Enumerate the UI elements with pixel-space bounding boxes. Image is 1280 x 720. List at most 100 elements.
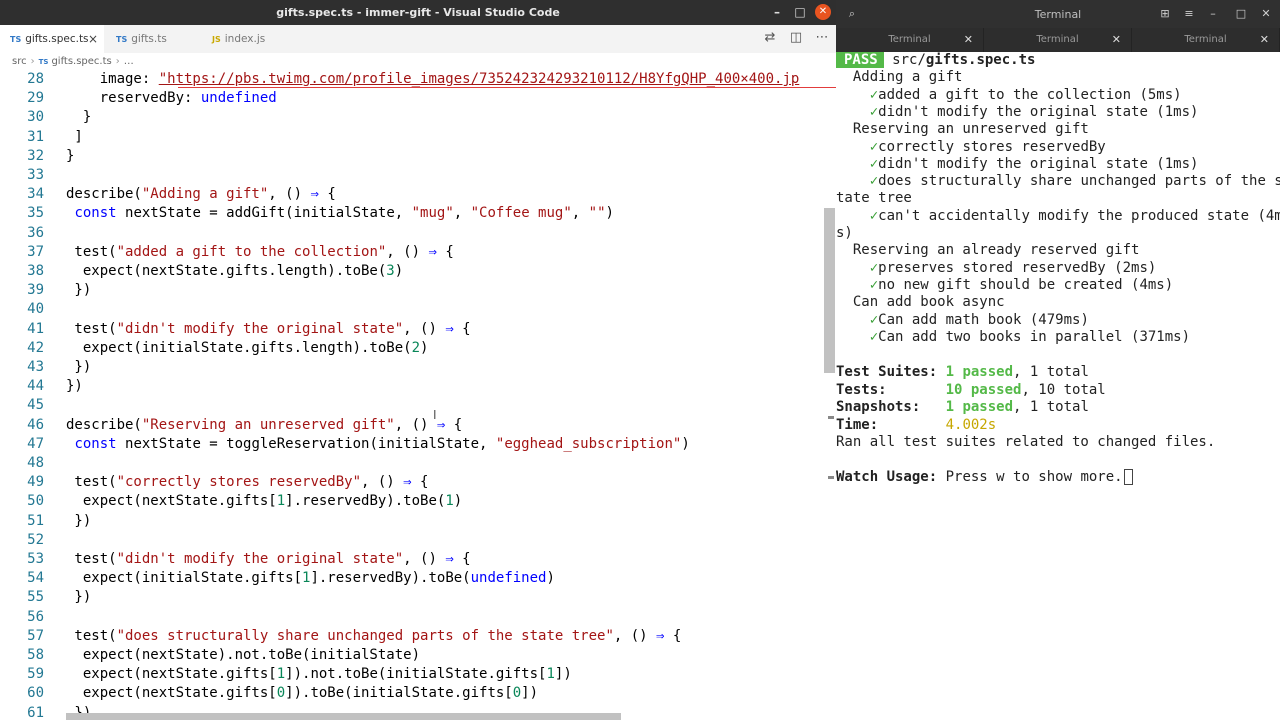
code-line[interactable]: 59 expect(nextState.gifts[1]).not.toBe(i… — [0, 665, 836, 684]
close-tab-icon[interactable]: ✕ — [1112, 28, 1121, 52]
code-line[interactable]: 47 const nextState = toggleReservation(i… — [0, 435, 836, 454]
code-line[interactable]: 42 expect(initialState.gifts.length).toB… — [0, 339, 836, 358]
code-line[interactable]: 50 expect(nextState.gifts[1].reservedBy)… — [0, 492, 836, 511]
checkmark-icon: ✓ — [869, 103, 879, 120]
code-line[interactable]: 60 expect(nextState.gifts[0]).toBe(initi… — [0, 684, 836, 703]
code-line[interactable]: 38 expect(nextState.gifts.length).toBe(3… — [0, 262, 836, 281]
test-file-dir: src/ — [892, 52, 926, 68]
code-text: expect(initialState.gifts.length).toBe(2… — [66, 339, 429, 356]
terminal-tab-label: Terminal — [888, 34, 931, 45]
terminal-titlebar: ⌕ Terminal ⊞ ≡ – □ ✕ — [836, 0, 1280, 28]
line-number: 57 — [27, 627, 44, 644]
code-line[interactable]: 44}) — [0, 377, 836, 396]
code-text: expect(nextState.gifts.length).toBe(3) — [66, 263, 404, 279]
terminal-window: ⌕ Terminal ⊞ ≡ – □ ✕ Terminal ✕ Terminal ✕… — [836, 0, 1280, 720]
code-line[interactable]: 39 }) — [0, 281, 836, 300]
checkmark-icon: ✓ — [869, 259, 879, 276]
summary-tests: Tests: 10 passed, 10 total — [836, 381, 1106, 398]
terminal-output[interactable]: PASS src/gifts.spec.ts Adding a gift ✓ad… — [836, 52, 1280, 720]
code-line[interactable]: 49 test("correctly stores reservedBy", (… — [0, 473, 836, 492]
tab-gifts-spec-ts[interactable]: TS gifts.spec.ts × — [0, 25, 104, 53]
terminal-tab[interactable]: Terminal ✕ — [836, 28, 984, 52]
tab-index-js[interactable]: JS index.js — [202, 25, 298, 53]
minimize-icon[interactable]: – — [1205, 6, 1221, 22]
code-text: }) — [66, 359, 92, 375]
maximize-icon[interactable]: □ — [792, 4, 808, 20]
close-tab-icon[interactable]: ✕ — [964, 28, 973, 52]
code-line[interactable]: 51 }) — [0, 512, 836, 531]
breadcrumb: src › TS gifts.spec.ts ›… — [0, 53, 836, 70]
line-number: 61 — [27, 704, 44, 720]
minimize-icon[interactable]: – — [769, 4, 785, 20]
code-line[interactable]: 32} — [0, 147, 836, 166]
code-line[interactable]: 45 — [0, 396, 836, 415]
code-line[interactable]: 57 test("does structurally share unchang… — [0, 627, 836, 646]
line-number: 48 — [27, 455, 44, 471]
code-line[interactable]: 33 — [0, 166, 836, 185]
line-number: 50 — [27, 493, 44, 510]
split-editor-icon[interactable]: ◫ — [787, 29, 805, 47]
code-line[interactable]: 58 expect(nextState).not.toBe(initialSta… — [0, 646, 836, 665]
tab-label: index.js — [224, 33, 266, 45]
code-text: const nextState = toggleReservation(init… — [74, 435, 690, 452]
code-line[interactable]: 37 test("added a gift to the collection"… — [0, 243, 836, 262]
pass-badge: PASS — [836, 52, 884, 68]
chevron-right-icon: › — [30, 56, 35, 67]
sash-handle[interactable] — [828, 476, 834, 479]
new-tab-icon[interactable]: ⊞ — [1157, 6, 1173, 22]
code-text: expect(nextState.gifts[1].reservedBy).to… — [66, 493, 463, 510]
code-line[interactable]: 48 — [0, 454, 836, 473]
more-actions-icon[interactable]: ⋯ — [813, 29, 831, 47]
test-result-line: ✓Can add two books in parallel (371ms) — [869, 328, 1191, 345]
code-line[interactable]: 56 — [0, 608, 836, 627]
breadcrumb-symbol[interactable]: … — [124, 56, 134, 67]
code-line[interactable]: 43 }) — [0, 358, 836, 377]
checkmark-icon: ✓ — [869, 155, 879, 172]
horizontal-scrollbar[interactable] — [66, 713, 621, 720]
terminal-tab-bar: Terminal ✕ Terminal ✕ Terminal ✕ — [836, 28, 1280, 52]
code-line[interactable]: 36 — [0, 224, 836, 243]
menu-icon[interactable]: ≡ — [1181, 6, 1197, 22]
breadcrumb-file[interactable]: gifts.spec.ts — [51, 56, 111, 67]
vertical-scrollbar[interactable] — [824, 208, 835, 373]
close-tab-icon[interactable]: × — [88, 25, 98, 53]
code-line[interactable]: 34 describe("Adding a gift", () ⇒ { — [0, 185, 836, 204]
code-line[interactable]: 53 test("didn't modify the original stat… — [0, 550, 836, 569]
test-result-line: ✓no new gift should be created (4ms) — [869, 276, 1174, 293]
editor-tab-bar: TS gifts.spec.ts × TS gifts.ts JS index.js — [0, 25, 836, 53]
code-line[interactable]: 46 describe("Reserving an unreserved gift… — [0, 416, 836, 435]
line-number: 35 — [27, 205, 44, 222]
close-tab-icon[interactable]: ✕ — [1260, 28, 1269, 52]
summary-suites: Test Suites: 1 passed, 1 total — [836, 364, 1089, 380]
code-text: test("correctly stores reservedBy", () ⇒… — [66, 474, 429, 491]
sash-handle[interactable] — [828, 416, 834, 419]
code-line[interactable]: 30 } — [0, 108, 836, 127]
terminal-cursor — [1123, 468, 1133, 485]
tab-gifts-ts[interactable]: TS gifts.ts — [106, 25, 202, 53]
line-number: 58 — [27, 647, 44, 663]
code-line[interactable]: 31 ] — [0, 128, 836, 147]
code-text: ] — [66, 128, 83, 145]
code-line[interactable]: 35 const nextState = addGift(initialStat… — [0, 204, 836, 223]
code-line[interactable]: 52 — [0, 531, 836, 550]
compare-changes-icon[interactable]: ⇄ — [761, 29, 779, 47]
code-line[interactable]: 41 test("didn't modify the original stat… — [0, 320, 836, 339]
line-number: 28 — [27, 71, 44, 87]
code-line[interactable]: 54 expect(initialState.gifts[1].reserved… — [0, 569, 836, 588]
summary-snapshots: Snapshots: 1 passed, 1 total — [836, 399, 1089, 415]
close-window-icon[interactable]: ✕ — [815, 4, 831, 20]
test-group-line: Reserving an unreserved gift — [852, 121, 1089, 138]
maximize-icon[interactable]: □ — [1233, 6, 1249, 22]
terminal-tab[interactable]: Terminal ✕ — [984, 28, 1132, 52]
terminal-tab[interactable]: Terminal ✕ — [1132, 28, 1280, 52]
code-editor[interactable]: 28 image: "https://pbs.twimg.com/profile… — [0, 70, 836, 720]
code-text: expect(nextState.gifts[1]).not.toBe(init… — [66, 666, 572, 683]
code-line[interactable]: 40 — [0, 300, 836, 319]
close-window-icon[interactable]: ✕ — [1258, 6, 1274, 22]
code-text: }) — [66, 282, 92, 299]
line-number: 55 — [27, 589, 44, 606]
tab-label: gifts.ts — [131, 33, 167, 45]
code-line[interactable]: 29 reservedBy: undefined — [0, 89, 836, 108]
breadcrumb-folder[interactable]: src — [12, 56, 27, 67]
code-line[interactable]: 55 }) — [0, 588, 836, 607]
